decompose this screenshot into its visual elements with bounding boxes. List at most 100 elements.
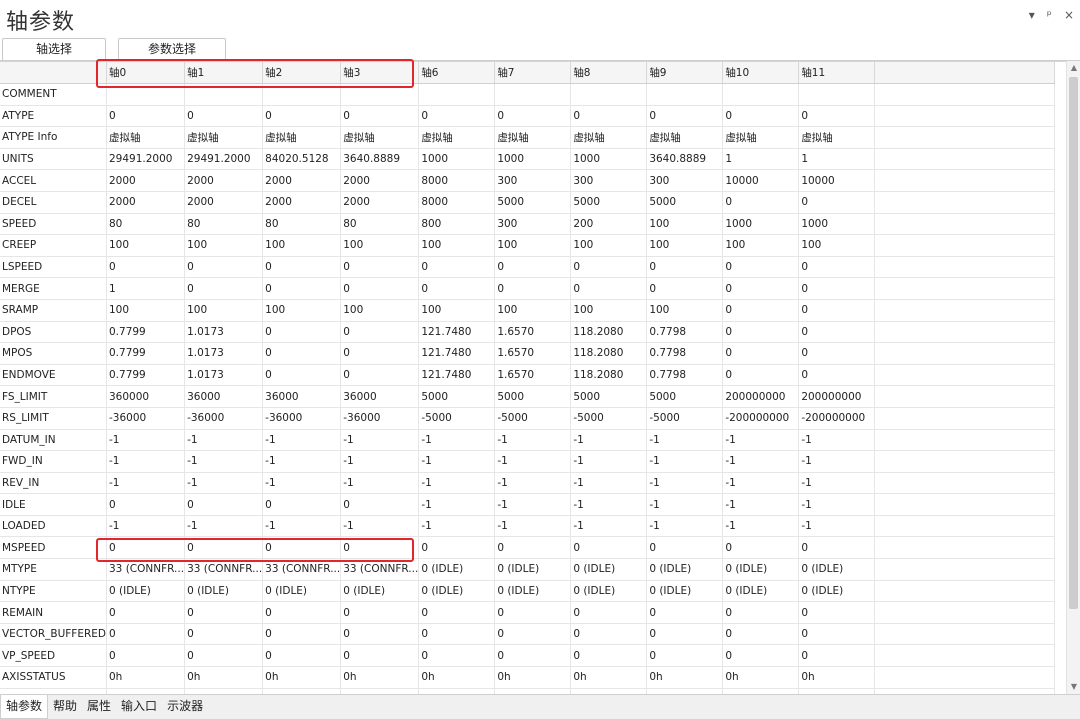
param-value-cell[interactable]: 0 (IDLE) [570, 558, 648, 581]
param-value-cell[interactable]: 118.2080 [570, 321, 648, 344]
param-value-cell[interactable]: 1 [106, 277, 186, 300]
param-value-cell[interactable]: 121.7480 [418, 321, 496, 344]
param-value-cell[interactable]: 0 [570, 536, 648, 560]
param-value-cell[interactable]: -1 [646, 515, 724, 538]
param-value-cell[interactable]: -1 [418, 472, 496, 495]
param-value-cell[interactable]: 1.0173 [184, 364, 264, 387]
param-value-cell[interactable]: 0 [106, 644, 186, 668]
param-value-cell[interactable]: 5000 [418, 385, 496, 408]
param-value-cell[interactable]: 8000 [418, 191, 496, 214]
param-value-cell[interactable]: 0 [184, 277, 264, 300]
param-value-cell[interactable]: 0 [798, 536, 876, 560]
param-value-cell[interactable]: 100 [722, 234, 800, 257]
param-value-cell[interactable]: 0 [646, 601, 724, 624]
param-value-cell[interactable]: 0 [184, 623, 264, 646]
param-value-cell[interactable]: -1 [340, 472, 420, 495]
param-value-cell[interactable]: 0 [798, 644, 876, 668]
param-value-cell[interactable]: 100 [418, 299, 496, 322]
param-value-cell[interactable]: 0 [722, 191, 800, 214]
param-value-cell[interactable]: 0 [722, 364, 800, 387]
param-value-cell[interactable]: 虚拟轴 [184, 126, 264, 149]
param-value-cell[interactable]: 0.7798 [646, 364, 724, 387]
param-value-cell[interactable] [184, 83, 264, 106]
param-value-cell[interactable]: -5000 [494, 407, 572, 430]
param-value-cell[interactable]: -1 [646, 429, 724, 452]
param-value-cell[interactable]: -1 [106, 429, 186, 452]
param-value-cell[interactable]: 0 [262, 623, 342, 646]
param-value-cell[interactable] [494, 83, 572, 106]
param-value-cell[interactable]: 1.6570 [494, 321, 572, 344]
param-value-cell[interactable]: 100 [262, 234, 342, 257]
param-value-cell[interactable]: 100 [184, 234, 264, 257]
param-value-cell[interactable]: -1 [646, 450, 724, 473]
param-value-cell[interactable]: 100 [184, 299, 264, 322]
param-value-cell[interactable]: 虚拟轴 [262, 126, 342, 149]
param-value-cell[interactable]: 0 [418, 105, 496, 128]
param-value-cell[interactable]: -1 [570, 472, 648, 495]
param-value-cell[interactable]: -1 [418, 429, 496, 452]
param-value-cell[interactable]: -5000 [418, 407, 496, 430]
param-value-cell[interactable]: 0 [106, 623, 186, 646]
param-value-cell[interactable]: -1 [106, 515, 186, 538]
param-value-cell[interactable]: -1 [494, 493, 572, 516]
param-value-cell[interactable]: 0 (IDLE) [646, 580, 724, 603]
param-value-cell[interactable]: 0 [570, 623, 648, 646]
param-value-cell[interactable]: 1000 [418, 148, 496, 171]
param-value-cell[interactable]: 虚拟轴 [494, 126, 572, 149]
param-value-cell[interactable]: 0 [570, 601, 648, 624]
param-value-cell[interactable]: 0 (IDLE) [262, 580, 342, 603]
param-value-cell[interactable]: 0 [340, 623, 420, 646]
axis-select-button[interactable]: 轴选择 [2, 38, 106, 60]
param-value-cell[interactable]: 0 [494, 623, 572, 646]
param-value-cell[interactable]: 300 [570, 169, 648, 192]
param-value-cell[interactable]: 0 [418, 277, 496, 300]
param-value-cell[interactable]: -1 [798, 472, 876, 495]
param-value-cell[interactable]: 0 (IDLE) [798, 580, 876, 603]
param-value-cell[interactable]: 0 [262, 277, 342, 300]
param-value-cell[interactable]: 100 [646, 299, 724, 322]
param-value-cell[interactable]: 5000 [494, 191, 572, 214]
param-value-cell[interactable]: 200000000 [798, 385, 876, 408]
param-value-cell[interactable]: 0 [798, 342, 876, 365]
param-value-cell[interactable]: 118.2080 [570, 342, 648, 365]
param-select-button[interactable]: 参数选择 [118, 38, 226, 60]
pin-icon[interactable]: ᵖ [1047, 8, 1052, 22]
param-value-cell[interactable]: 8000 [418, 169, 496, 192]
param-value-cell[interactable]: 虚拟轴 [646, 126, 724, 149]
param-value-cell[interactable]: 0 [262, 493, 342, 516]
param-value-cell[interactable]: -1 [418, 450, 496, 473]
param-value-cell[interactable]: 2000 [106, 169, 186, 192]
param-value-cell[interactable]: 0 [722, 644, 800, 668]
param-value-cell[interactable]: 0 [494, 644, 572, 668]
param-value-cell[interactable]: 0 [798, 364, 876, 387]
param-value-cell[interactable]: 36000 [184, 385, 264, 408]
param-value-cell[interactable]: 0 (IDLE) [418, 580, 496, 603]
param-value-cell[interactable]: 0 [798, 256, 876, 279]
param-value-cell[interactable]: 100 [646, 213, 724, 236]
param-value-cell[interactable]: 虚拟轴 [418, 126, 496, 149]
param-value-cell[interactable]: -1 [494, 450, 572, 473]
param-value-cell[interactable]: 0 [262, 536, 342, 560]
param-value-cell[interactable] [798, 83, 876, 106]
param-value-cell[interactable]: 0 [184, 105, 264, 128]
param-value-cell[interactable]: -1 [722, 450, 800, 473]
param-value-cell[interactable]: 1.6570 [494, 342, 572, 365]
param-value-cell[interactable]: -1 [262, 515, 342, 538]
param-value-cell[interactable]: 0 [798, 105, 876, 128]
param-value-cell[interactable] [646, 83, 724, 106]
param-value-cell[interactable]: 0h [262, 666, 342, 689]
param-value-cell[interactable]: 0 [340, 493, 420, 516]
param-value-cell[interactable]: 0 [184, 256, 264, 279]
param-value-cell[interactable]: 2000 [184, 169, 264, 192]
param-value-cell[interactable]: 5000 [646, 191, 724, 214]
param-value-cell[interactable]: 0 (IDLE) [418, 558, 496, 581]
param-value-cell[interactable]: -200000000 [722, 407, 800, 430]
param-value-cell[interactable]: 0 [262, 364, 342, 387]
param-value-cell[interactable]: 100 [340, 234, 420, 257]
param-value-cell[interactable]: -1 [798, 429, 876, 452]
param-value-cell[interactable]: 0 (IDLE) [722, 580, 800, 603]
param-value-cell[interactable]: 0 [570, 277, 648, 300]
param-value-cell[interactable]: 0 [646, 644, 724, 668]
param-value-cell[interactable]: -1 [184, 429, 264, 452]
param-value-cell[interactable]: 100 [570, 234, 648, 257]
